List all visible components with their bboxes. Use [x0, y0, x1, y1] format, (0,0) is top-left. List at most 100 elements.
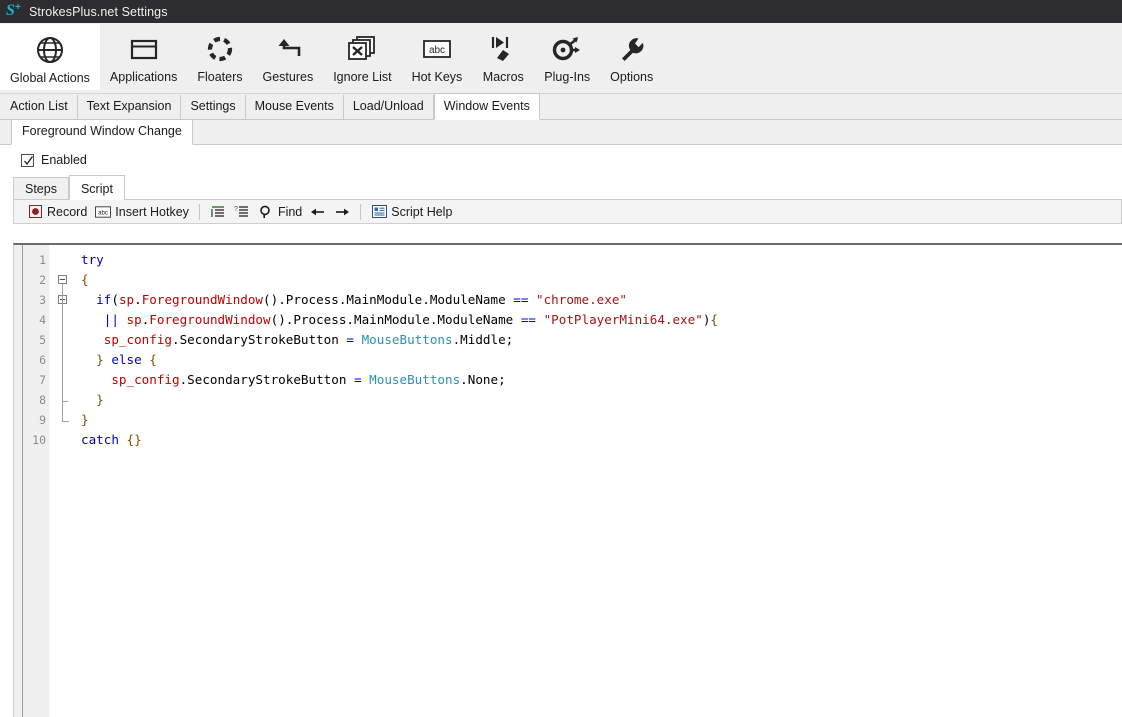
line-number-gutter: 1 2 3 4 5 6 7 8 9 10 [14, 245, 49, 717]
line-number: 8 [39, 393, 46, 407]
tab-window-events[interactable]: Window Events [433, 93, 540, 120]
ribbon-label: Floaters [197, 70, 243, 84]
title-bar: S + StrokesPlus.net Settings [0, 0, 1122, 23]
ribbon-button-applications[interactable]: Applications [100, 23, 187, 93]
ribbon-label: Ignore List [333, 70, 392, 84]
plugin-node-icon [547, 31, 587, 67]
stacked-x-windows-icon [342, 31, 382, 67]
code-line-2: { [81, 272, 89, 287]
ribbon-button-floaters[interactable]: Floaters [187, 23, 252, 93]
ribbon-button-macros[interactable]: Macros [472, 23, 534, 93]
tab-load-unload[interactable]: Load/Unload [343, 95, 434, 119]
comment-lines-button[interactable]: ? [230, 201, 254, 222]
navigate-back-button[interactable] [306, 201, 330, 222]
find-label: Find [277, 204, 303, 219]
code-line-4: || sp.ForegroundWindow().Process.MainMod… [103, 312, 718, 327]
tab-steps[interactable]: Steps [13, 177, 69, 199]
script-help-label: Script Help [391, 204, 453, 219]
ribbon-button-gestures[interactable]: Gestures [252, 23, 323, 93]
line-number: 6 [39, 353, 46, 367]
insert-hotkey-label: Insert Hotkey [115, 204, 189, 219]
help-document-icon [371, 204, 387, 220]
enabled-label: Enabled [41, 153, 87, 167]
fold-margin[interactable] [49, 245, 81, 717]
code-line-5: sp_config.SecondaryStrokeButton = MouseB… [103, 332, 514, 347]
ribbon-button-global-actions[interactable]: Global Actions [0, 24, 100, 90]
line-number: 7 [39, 373, 46, 387]
svg-text:?: ? [234, 206, 238, 213]
ribbon-button-hot-keys[interactable]: abc Hot Keys [402, 23, 473, 93]
toolbar-separator [198, 203, 200, 220]
abc-key-icon: abc [95, 204, 112, 220]
svg-text:abc: abc [98, 209, 108, 216]
sub-tab-strip: Foreground Window Change [0, 119, 1122, 145]
script-editor[interactable]: 1 2 3 4 5 6 7 8 9 10 try { if(sp.Foregro… [13, 243, 1122, 717]
indent-lines-button[interactable] [206, 201, 230, 222]
window-icon [124, 31, 164, 67]
record-circle-icon [27, 204, 43, 220]
find-button[interactable]: Find [254, 201, 306, 222]
strokesplus-logo-icon: S + [6, 1, 21, 19]
line-number: 2 [39, 273, 46, 287]
ribbon-label: Hot Keys [411, 70, 463, 84]
gesture-arrow-icon [268, 31, 308, 67]
record-label: Record [47, 204, 88, 219]
svg-text:abc: abc [429, 45, 445, 56]
script-tab-strip: Steps Script [0, 175, 1122, 200]
code-line-3: if(sp.ForegroundWindow().Process.MainMod… [81, 292, 627, 307]
fold-guide-line-outer [62, 284, 63, 421]
macro-play-icon [483, 31, 523, 67]
tab-script[interactable]: Script [68, 175, 125, 200]
arrow-right-icon [334, 204, 350, 220]
dashed-circle-icon [200, 31, 240, 67]
ribbon-button-options[interactable]: Options [600, 23, 663, 93]
comment-lines-icon: ? [234, 204, 250, 220]
line-number: 3 [39, 293, 46, 307]
toolbar-separator [360, 203, 362, 220]
indent-lines-icon [210, 204, 226, 220]
record-button[interactable]: Record [23, 201, 91, 222]
checkmark-icon [24, 155, 34, 165]
code-text-area[interactable]: try { if(sp.ForegroundWindow().Process.M… [81, 245, 1122, 717]
line-number: 1 [39, 253, 46, 267]
window-title: StrokesPlus.net Settings [29, 4, 168, 19]
ribbon-label: Options [610, 70, 654, 84]
ribbon-toolbar: Global Actions Applications Floaters Ges… [0, 23, 1122, 94]
magnifier-icon [258, 204, 274, 220]
main-tab-strip: Action List Text Expansion Settings Mous… [0, 93, 1122, 120]
tab-settings[interactable]: Settings [181, 95, 246, 119]
ribbon-label: Applications [109, 70, 178, 84]
arrow-left-icon [310, 204, 326, 220]
enabled-checkbox[interactable] [21, 153, 34, 167]
abc-key-icon: abc [417, 31, 457, 67]
insert-hotkey-button[interactable]: abc Insert Hotkey [91, 201, 193, 222]
code-line-6: } else { [81, 352, 157, 367]
code-line-7: sp_config.SecondaryStrokeButton = MouseB… [111, 372, 506, 387]
ribbon-button-ignore-list[interactable]: Ignore List [323, 23, 401, 93]
enabled-row: Enabled [0, 145, 1122, 175]
tab-mouse-events[interactable]: Mouse Events [245, 95, 344, 119]
ribbon-label: Gestures [262, 70, 314, 84]
ribbon-button-plug-ins[interactable]: Plug-Ins [534, 23, 600, 93]
ribbon-label: Plug-Ins [544, 70, 591, 84]
line-number: 10 [32, 433, 46, 447]
line-number: 5 [39, 333, 46, 347]
code-line-8: } [81, 392, 104, 407]
wrench-icon [612, 31, 652, 67]
ribbon-label: Macros [482, 70, 524, 84]
ribbon-label: Global Actions [10, 71, 90, 85]
line-number: 4 [39, 313, 46, 327]
globe-icon [30, 32, 70, 68]
code-line-9: } [81, 412, 89, 427]
code-line-1: try [81, 252, 104, 267]
tab-action-list[interactable]: Action List [1, 95, 78, 119]
code-line-10: catch {} [81, 432, 142, 447]
fold-toggle-line-2[interactable] [58, 275, 67, 284]
navigate-forward-button[interactable] [330, 201, 354, 222]
script-toolbar: Record abc Insert Hotkey ? Find Script H… [13, 199, 1122, 224]
script-help-button[interactable]: Script Help [367, 201, 456, 222]
tab-text-expansion[interactable]: Text Expansion [77, 95, 182, 119]
subtab-foreground-window-change[interactable]: Foreground Window Change [11, 119, 193, 145]
line-number: 9 [39, 413, 46, 427]
fold-end-tick-outer [62, 421, 69, 422]
